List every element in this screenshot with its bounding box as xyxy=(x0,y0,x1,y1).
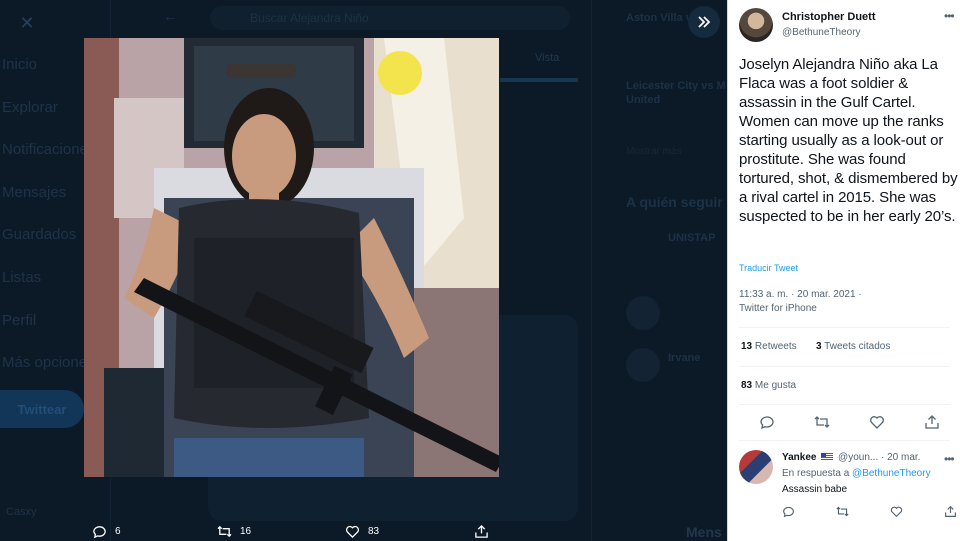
retweet-button[interactable] xyxy=(814,414,830,430)
media-action-bar: 6 16 83 xyxy=(0,520,727,541)
bg-account-name: Casxy xyxy=(6,506,37,518)
bg-suggest-avatar-icon xyxy=(626,296,660,330)
close-icon[interactable]: ✕ xyxy=(14,10,40,36)
reply-header: Yankee @youn... · 20 mar. xyxy=(782,452,920,463)
share-button[interactable] xyxy=(924,414,940,430)
likes-count: 83 xyxy=(741,380,753,391)
like-button[interactable] xyxy=(869,414,885,430)
tweet-photo[interactable] xyxy=(84,38,499,477)
reply-author-handle[interactable]: @youn... xyxy=(838,452,878,463)
bg-right-column: Aston Villa vs M Leicester City vs M Uni… xyxy=(612,0,727,541)
toggle-panel-button[interactable] xyxy=(688,6,720,38)
us-flag-icon xyxy=(821,453,834,461)
reply-text: Assassin babe xyxy=(782,484,848,495)
retweets-stat[interactable]: 13 Retweets xyxy=(741,341,797,352)
reply-button[interactable] xyxy=(759,414,775,430)
quotes-count: 3 xyxy=(816,341,822,352)
reply-like-button[interactable] xyxy=(890,505,903,518)
reply-icon xyxy=(93,526,106,539)
share-icon xyxy=(945,505,956,517)
avatar[interactable] xyxy=(739,450,773,484)
avatar[interactable] xyxy=(739,8,773,42)
more-options-icon[interactable]: ••• xyxy=(944,9,955,23)
bg-search-input: Buscar Alejandra Niño xyxy=(210,6,570,30)
media-retweet-button[interactable]: 16 xyxy=(217,524,251,539)
tweet-detail-panel: Christopher Duett @BethuneTheory ••• Jos… xyxy=(727,0,960,541)
divider xyxy=(739,327,950,328)
share-icon xyxy=(475,524,488,538)
reply-share-button[interactable] xyxy=(944,505,957,518)
reply-retweet-button[interactable] xyxy=(836,505,849,518)
bg-nav-home: Inicio xyxy=(2,56,38,73)
media-retweet-count: 16 xyxy=(240,526,252,537)
tweet-text: Joselyn Alejandra Niño aka La Flaca was … xyxy=(739,56,958,225)
heart-icon xyxy=(346,525,359,539)
reply-date[interactable]: · 20 mar. xyxy=(881,452,920,463)
divider xyxy=(739,366,950,367)
media-reply-count: 6 xyxy=(115,526,121,537)
divider xyxy=(739,404,950,405)
media-like-button[interactable]: 83 xyxy=(345,524,379,539)
bg-suggest-1: UNISTAP xyxy=(668,232,716,244)
likes-stat[interactable]: 83 Me gusta xyxy=(741,380,796,391)
retweet-icon xyxy=(836,506,849,517)
translate-tweet-link[interactable]: Traducir Tweet xyxy=(739,263,798,273)
bg-back-arrow-icon: ← xyxy=(163,8,178,25)
media-like-count: 83 xyxy=(368,526,380,537)
bg-nav-notifications: Notificaciones xyxy=(2,141,96,158)
bg-nav-lists: Listas xyxy=(2,269,42,286)
retweet-icon xyxy=(217,525,232,538)
bg-suggest-2: Irvane xyxy=(668,352,701,364)
bg-trend-2: Leicester City vs M xyxy=(626,80,726,92)
photo-illustration xyxy=(84,38,499,477)
heart-icon xyxy=(870,416,884,429)
author-name[interactable]: Christopher Duett xyxy=(782,11,876,23)
reply-icon xyxy=(760,416,774,430)
media-reply-button[interactable]: 6 xyxy=(92,524,121,539)
in-reply-prefix: En respuesta a xyxy=(782,468,850,479)
reply-reply-button[interactable] xyxy=(782,505,795,518)
reply-icon xyxy=(783,506,794,518)
bg-tweet-button: Twittear xyxy=(0,390,84,428)
quote-tweets-stat[interactable]: 3 Tweets citados xyxy=(816,341,890,352)
double-chevron-right-icon xyxy=(698,16,711,28)
in-reply-handle-link[interactable]: @BethuneTheory xyxy=(852,468,931,479)
author-handle[interactable]: @BethuneTheory xyxy=(782,27,861,38)
retweet-icon xyxy=(814,416,830,428)
in-reply-to: En respuesta a @BethuneTheory xyxy=(782,468,931,479)
media-share-button[interactable] xyxy=(474,524,489,539)
reply-author-name[interactable]: Yankee xyxy=(782,452,816,463)
bg-suggest-avatar-icon xyxy=(626,348,660,382)
bg-nav-more: Más opciones xyxy=(2,354,95,371)
heart-icon xyxy=(890,506,903,518)
bg-nav-explore: Explorar xyxy=(2,99,58,116)
bg-show-more: Mostrar más xyxy=(626,146,682,157)
retweets-label: Retweets xyxy=(754,341,797,352)
share-icon xyxy=(925,415,939,429)
bg-trend-2b: United xyxy=(626,94,661,106)
reply-more-options-icon[interactable]: ••• xyxy=(944,452,955,466)
quotes-label: Tweets citados xyxy=(824,341,891,352)
divider xyxy=(739,440,950,441)
bg-nav-messages: Mensajes xyxy=(2,184,67,201)
likes-label: Me gusta xyxy=(754,380,797,391)
tweet-source[interactable]: Twitter for iPhone xyxy=(739,303,817,314)
bg-account: Casxy xyxy=(6,506,37,518)
bg-tab-indicator xyxy=(500,78,578,82)
bg-nav-bookmarks: Guardados xyxy=(2,226,77,243)
retweets-count: 13 xyxy=(741,341,753,352)
bg-nav-profile: Perfil xyxy=(2,312,37,329)
bg-who-to-follow: A quién seguir xyxy=(626,194,723,210)
tweet-timestamp[interactable]: 11:33 a. m. · 20 mar. 2021 · xyxy=(739,289,862,300)
bg-view-tab: Vista xyxy=(535,52,560,64)
